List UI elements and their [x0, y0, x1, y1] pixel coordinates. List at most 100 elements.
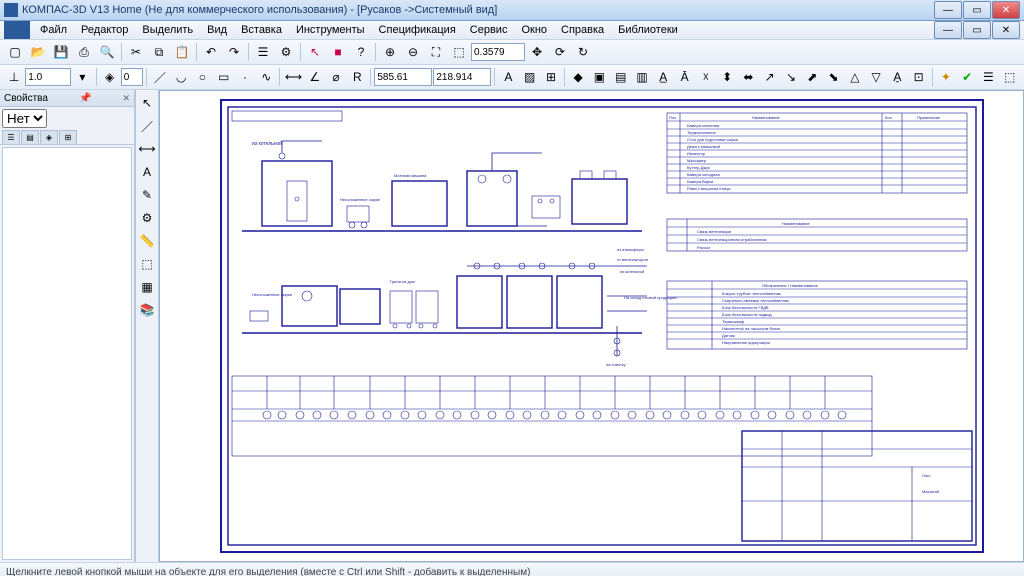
- layer-icon[interactable]: ◈: [99, 66, 119, 88]
- t2-19[interactable]: ✔: [957, 66, 977, 88]
- scale-input[interactable]: [25, 68, 71, 86]
- t2-17[interactable]: ⊡: [909, 66, 929, 88]
- canvas[interactable]: из котельной Несоложенное сырье Моечная …: [159, 90, 1024, 562]
- maximize-button[interactable]: ▭: [963, 1, 991, 19]
- t2-1[interactable]: ◆: [568, 66, 588, 88]
- arc-icon[interactable]: ◡: [171, 66, 191, 88]
- menu-libs[interactable]: Библиотеки: [612, 22, 684, 38]
- coord-y[interactable]: [433, 68, 491, 86]
- t2-12[interactable]: ⬈: [802, 66, 822, 88]
- stop-icon[interactable]: ■: [327, 41, 349, 63]
- pin-icon[interactable]: 📌: [79, 93, 91, 104]
- zoom-fit-icon[interactable]: ⛶: [425, 41, 447, 63]
- coord-x[interactable]: [374, 68, 432, 86]
- t2-20[interactable]: ☰: [978, 66, 998, 88]
- spline-icon[interactable]: ∿: [256, 66, 276, 88]
- t2-13[interactable]: ⬊: [823, 66, 843, 88]
- st-line-icon[interactable]: ／: [136, 115, 158, 137]
- panel-close-icon[interactable]: ✕: [122, 93, 130, 104]
- st-spec-icon[interactable]: ▦: [136, 276, 158, 298]
- st-dim-icon[interactable]: ⟷: [136, 138, 158, 160]
- ptab2[interactable]: ▤: [21, 130, 39, 144]
- print-icon[interactable]: ⎙: [73, 41, 95, 63]
- undo-icon[interactable]: ↶: [200, 41, 222, 63]
- dim-lin-icon[interactable]: ⟷: [283, 66, 303, 88]
- ptab3[interactable]: ◈: [40, 130, 58, 144]
- point-icon[interactable]: ·: [235, 66, 255, 88]
- t2-2[interactable]: ▣: [589, 66, 609, 88]
- props-icon[interactable]: ☰: [252, 41, 274, 63]
- dim-dia-icon[interactable]: ⌀: [326, 66, 346, 88]
- mdi-min[interactable]: —: [934, 21, 962, 39]
- minimize-button[interactable]: —: [934, 1, 962, 19]
- st-select-icon[interactable]: ⬚: [136, 253, 158, 275]
- dd1-icon[interactable]: ▾: [72, 66, 92, 88]
- table-icon[interactable]: ⊞: [541, 66, 561, 88]
- st-param-icon[interactable]: ⚙: [136, 207, 158, 229]
- zoom-input[interactable]: [471, 43, 525, 61]
- new-icon[interactable]: ▢: [4, 41, 26, 63]
- paste-icon[interactable]: 📋: [171, 41, 193, 63]
- menu-tools[interactable]: Инструменты: [290, 22, 371, 38]
- dim-rad-icon[interactable]: R: [347, 66, 367, 88]
- prop-dropdown[interactable]: Нет: [2, 109, 47, 128]
- redo-icon[interactable]: ↷: [223, 41, 245, 63]
- mdi-max[interactable]: ▭: [963, 21, 991, 39]
- rect-icon[interactable]: ▭: [214, 66, 234, 88]
- copy-icon[interactable]: ⧉: [148, 41, 170, 63]
- menu-window[interactable]: Окно: [515, 22, 553, 38]
- menu-editor[interactable]: Редактор: [75, 22, 134, 38]
- t2-5[interactable]: A̲: [653, 66, 673, 88]
- t2-4[interactable]: ▥: [632, 66, 652, 88]
- zoom-out-icon[interactable]: ⊖: [402, 41, 424, 63]
- t2-6[interactable]: Ā: [674, 66, 694, 88]
- t2-3[interactable]: ▤: [611, 66, 631, 88]
- ortho-icon[interactable]: ⊥: [4, 66, 24, 88]
- st-measure-icon[interactable]: 📏: [136, 230, 158, 252]
- cursor-icon[interactable]: ↖: [304, 41, 326, 63]
- pan-icon[interactable]: ✥: [526, 41, 548, 63]
- t2-9[interactable]: ⬌: [738, 66, 758, 88]
- refresh-icon[interactable]: ↻: [572, 41, 594, 63]
- menu-select[interactable]: Выделить: [136, 22, 199, 38]
- menu-insert[interactable]: Вставка: [235, 22, 288, 38]
- t2-16[interactable]: A̱: [887, 66, 907, 88]
- text-icon[interactable]: A: [498, 66, 518, 88]
- st-text-icon[interactable]: A: [136, 161, 158, 183]
- circle-icon[interactable]: ○: [192, 66, 212, 88]
- menu-spec[interactable]: Спецификация: [373, 22, 462, 38]
- t2-7[interactable]: ☓: [696, 66, 716, 88]
- dim-ang-icon[interactable]: ∠: [305, 66, 325, 88]
- cut-icon[interactable]: ✂: [125, 41, 147, 63]
- zoom-window-icon[interactable]: ⬚: [448, 41, 470, 63]
- open-icon[interactable]: 📂: [27, 41, 49, 63]
- layer-input[interactable]: [121, 68, 143, 86]
- menu-help[interactable]: Справка: [555, 22, 610, 38]
- t2-10[interactable]: ↗: [760, 66, 780, 88]
- help-icon[interactable]: ?: [350, 41, 372, 63]
- preview-icon[interactable]: 🔍: [96, 41, 118, 63]
- t2-18[interactable]: ✦: [936, 66, 956, 88]
- menu-service[interactable]: Сервис: [464, 22, 514, 38]
- close-button[interactable]: ✕: [992, 1, 1020, 19]
- mdi-close[interactable]: ✕: [992, 21, 1020, 39]
- st-edit-icon[interactable]: ✎: [136, 184, 158, 206]
- line-icon[interactable]: ／: [150, 66, 170, 88]
- zoom-in-icon[interactable]: ⊕: [379, 41, 401, 63]
- t2-11[interactable]: ↘: [781, 66, 801, 88]
- st-arrow-icon[interactable]: ↖: [136, 92, 158, 114]
- t2-14[interactable]: △: [845, 66, 865, 88]
- rotate-icon[interactable]: ⟳: [549, 41, 571, 63]
- ptab1[interactable]: ☰: [2, 130, 20, 144]
- menu-file[interactable]: Файл: [34, 22, 73, 38]
- save-icon[interactable]: 💾: [50, 41, 72, 63]
- menu-view[interactable]: Вид: [201, 22, 233, 38]
- t2-21[interactable]: ⬚: [1000, 66, 1020, 88]
- ptab4[interactable]: ⊞: [59, 130, 77, 144]
- t2-15[interactable]: ▽: [866, 66, 886, 88]
- vars-icon[interactable]: ⚙: [275, 41, 297, 63]
- t2-8[interactable]: ⬍: [717, 66, 737, 88]
- app-menu-icon[interactable]: [4, 21, 30, 39]
- st-lib-icon[interactable]: 📚: [136, 299, 158, 321]
- hatch-icon[interactable]: ▨: [520, 66, 540, 88]
